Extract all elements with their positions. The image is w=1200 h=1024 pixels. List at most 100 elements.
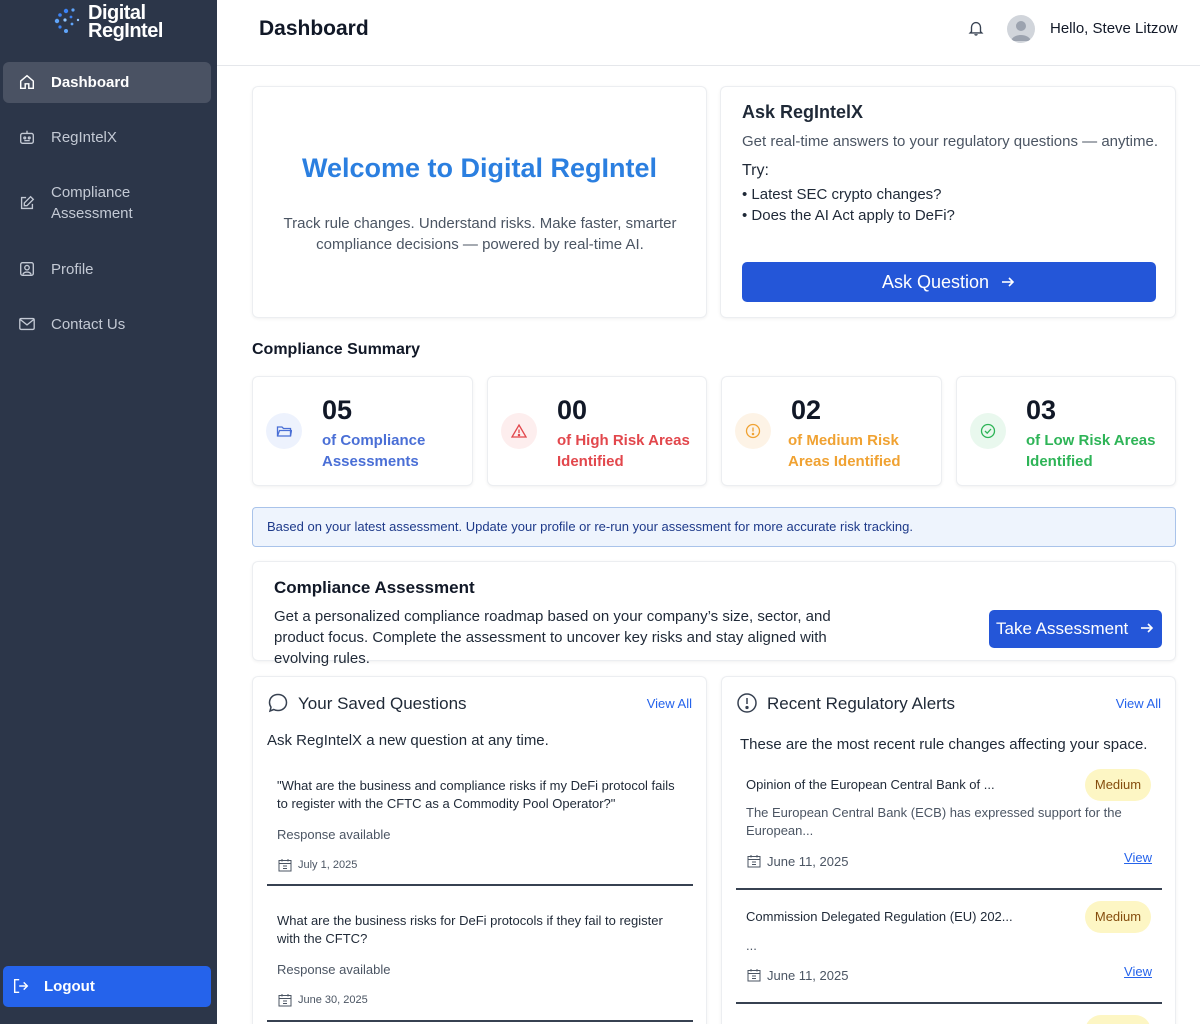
assessment-info-banner: Based on your latest assessment. Update … — [252, 507, 1176, 547]
alerts-intro: These are the most recent rule changes a… — [740, 736, 1148, 753]
sidebar-item-label: Compliance Assessment — [51, 184, 133, 222]
alert-description: ... — [746, 938, 757, 953]
welcome-card: Welcome to Digital RegIntel Track rule c… — [252, 86, 707, 318]
stat-value: 02 — [791, 395, 822, 425]
sidebar-item-label: Profile — [51, 261, 94, 278]
take-assessment-label: Take Assessment — [995, 619, 1129, 638]
alerts-view-all-link[interactable]: View All — [1116, 696, 1161, 711]
alert-view-link[interactable]: View — [1124, 850, 1152, 865]
sidebar: Digital RegIntel Dashboard RegIntelX Com… — [0, 0, 217, 1024]
stat-value: 03 — [1026, 395, 1057, 425]
edit-icon — [20, 195, 35, 210]
page-title: Dashboard — [259, 17, 369, 40]
ask-example[interactable]: • Does the AI Act apply to DeFi? — [742, 207, 955, 224]
stat-label: of Compliance Assessments — [322, 432, 426, 470]
risk-badge: Medium — [1085, 901, 1151, 933]
alert-title: Commission Delegated Regulation (EU) 202… — [746, 909, 1013, 924]
stat-icon-bg — [970, 413, 1006, 449]
stat-card-low-risk[interactable]: 03 of Low Risk Areas Identified — [956, 376, 1176, 486]
question-text: What are the business risks for DeFi pro… — [277, 913, 663, 946]
alerts-title: Recent Regulatory Alerts — [767, 694, 956, 713]
robot-icon — [20, 130, 34, 144]
avatar-icon — [1011, 21, 1031, 41]
stat-label: of Low Risk Areas Identified — [1026, 432, 1156, 470]
mail-icon — [19, 317, 35, 331]
stat-label: of Medium Risk Areas Identified — [788, 432, 901, 470]
question-status: Response available — [277, 827, 391, 842]
assessment-title: Compliance Assessment — [274, 578, 475, 597]
sidebar-item-contact-us[interactable]: Contact Us — [3, 304, 211, 345]
brand-logo[interactable]: Digital RegIntel — [52, 2, 172, 44]
logout-label: Logout — [44, 978, 95, 995]
sidebar-item-dashboard[interactable]: Dashboard — [3, 62, 211, 103]
bell-icon[interactable] — [967, 19, 985, 37]
take-assessment-button[interactable]: Take Assessment — [989, 610, 1162, 648]
alert-date: June 11, 2025 — [767, 968, 849, 983]
ask-subtitle: Get real-time answers to your regulatory… — [742, 133, 1159, 150]
arrow-right-icon — [1141, 623, 1154, 633]
top-header: Dashboard Hello, Steve Litzow — [217, 0, 1200, 66]
stat-card-high-risk[interactable]: 00 of High Risk Areas Identified — [487, 376, 707, 486]
saved-questions-view-all-link[interactable]: View All — [647, 696, 692, 711]
alert-view-link[interactable]: View — [1124, 964, 1152, 979]
question-text: "What are the business and compliance ri… — [277, 778, 675, 811]
logout-button[interactable]: Logout — [3, 966, 211, 1007]
logo-dots-icon — [54, 8, 80, 33]
regulatory-alerts-panel: Recent Regulatory Alerts View All These … — [721, 676, 1176, 1024]
sidebar-item-label: Contact Us — [51, 316, 126, 333]
alert-title: Opinion of the European Central Bank of … — [746, 777, 995, 792]
sidebar-item-profile[interactable]: Profile — [3, 249, 211, 290]
logout-icon — [13, 978, 29, 994]
stat-icon-bg — [266, 413, 302, 449]
stat-value: 00 — [557, 395, 588, 425]
question-date: June 30, 2025 — [298, 994, 368, 1006]
saved-questions-title: Your Saved Questions — [298, 694, 467, 713]
stat-icon-bg — [735, 413, 771, 449]
user-greeting[interactable]: Hello, Steve Litzow — [1050, 20, 1178, 37]
check-circle-icon — [980, 423, 996, 439]
question-date: July 1, 2025 — [298, 859, 358, 871]
risk-badge-partial — [1085, 1015, 1151, 1024]
ask-title: Ask RegIntelX — [742, 102, 864, 122]
stat-card-assessments[interactable]: 05 of Compliance Assessments — [252, 376, 473, 486]
stat-value: 05 — [322, 395, 353, 425]
risk-badge: Medium — [1085, 769, 1151, 801]
compliance-assessment-card: Compliance Assessment Get a personalized… — [252, 561, 1176, 667]
ask-try-label: Try: — [742, 162, 769, 179]
calendar-icon — [278, 994, 292, 1007]
info-circle-icon — [745, 423, 761, 439]
stat-icon-bg — [501, 413, 537, 449]
assessment-description: Get a personalized compliance roadmap ba… — [274, 608, 831, 667]
calendar-icon — [278, 859, 292, 872]
saved-question-item[interactable]: What are the business risks for DeFi pro… — [267, 912, 693, 1022]
avatar[interactable] — [1007, 15, 1035, 43]
brand-line2: RegIntel — [88, 20, 163, 42]
sidebar-item-compliance-assessment[interactable]: Compliance Assessment — [3, 178, 211, 228]
ask-card: Ask RegIntelX Get real-time answers to y… — [720, 86, 1176, 318]
chat-bubble-icon — [268, 693, 288, 713]
compliance-summary-title: Compliance Summary — [252, 341, 421, 358]
welcome-title: Welcome to Digital RegIntel — [301, 153, 658, 183]
ask-question-label: Ask Question — [881, 272, 990, 292]
stat-label: of High Risk Areas Identified — [557, 432, 690, 470]
ask-example[interactable]: • Latest SEC crypto changes? — [742, 186, 942, 203]
sidebar-item-label: RegIntelX — [51, 129, 117, 146]
alert-circle-icon — [737, 693, 757, 713]
calendar-icon — [747, 969, 761, 982]
alert-date: June 11, 2025 — [767, 854, 849, 869]
sidebar-item-label: Dashboard — [51, 74, 130, 91]
arrow-right-icon — [1002, 277, 1015, 287]
alert-item[interactable]: Commission Delegated Regulation (EU) 202… — [736, 901, 1162, 1004]
saved-questions-panel: Your Saved Questions View All Ask RegInt… — [252, 676, 707, 1024]
stat-card-medium-risk[interactable]: 02 of Medium Risk Areas Identified — [721, 376, 942, 486]
calendar-icon — [747, 855, 761, 868]
alert-item[interactable]: Opinion of the European Central Bank of … — [736, 769, 1162, 890]
welcome-subtitle: Track rule changes. Understand risks. Ma… — [283, 215, 677, 253]
saved-question-item[interactable]: "What are the business and compliance ri… — [267, 777, 693, 886]
question-status: Response available — [277, 962, 391, 977]
ask-question-button[interactable]: Ask Question — [742, 262, 1156, 302]
home-icon — [19, 74, 35, 90]
warning-icon — [511, 423, 527, 438]
saved-questions-intro: Ask RegIntelX a new question at any time… — [267, 732, 549, 749]
sidebar-item-regintelx[interactable]: RegIntelX — [3, 117, 211, 158]
